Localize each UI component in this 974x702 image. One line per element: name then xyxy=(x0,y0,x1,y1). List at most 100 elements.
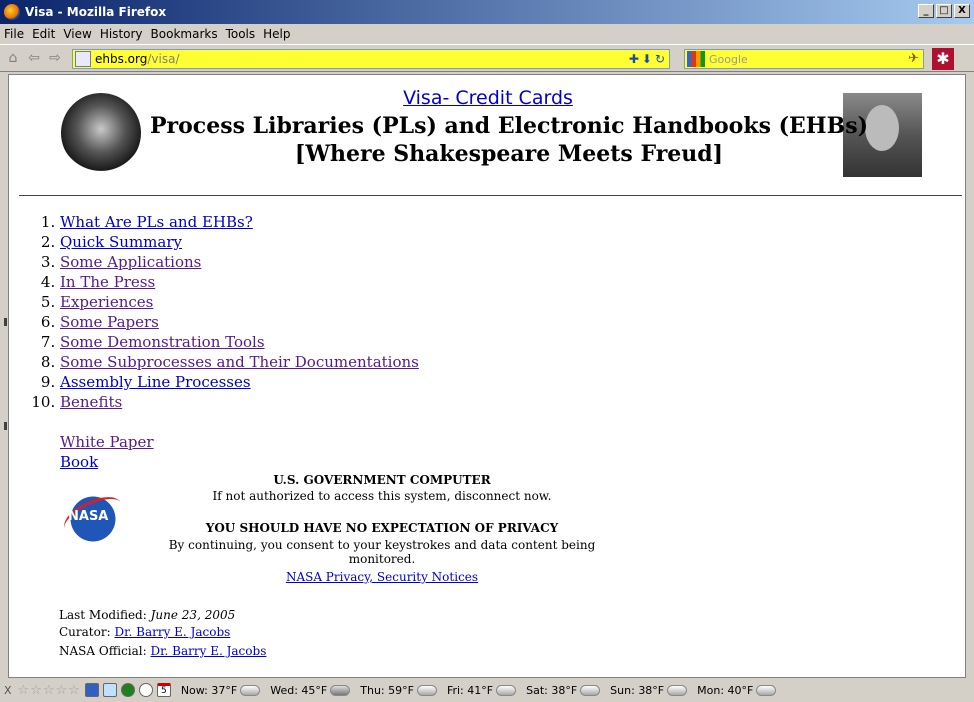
list-item: In The Press xyxy=(60,272,419,292)
weather-wed[interactable]: Wed: 45°F xyxy=(270,684,351,697)
menu-history[interactable]: History xyxy=(100,27,143,41)
menu-file[interactable]: File xyxy=(4,27,24,41)
search-box[interactable]: Google ✈ xyxy=(684,49,924,69)
curator: Curator: Dr. Barry E. Jacobs xyxy=(59,625,230,639)
weather-thu[interactable]: Thu: 59°F xyxy=(360,680,437,697)
star-icon[interactable]: ☆ xyxy=(68,683,80,698)
firefox-icon xyxy=(4,4,20,20)
star-icon[interactable]: ☆ xyxy=(43,683,55,698)
list-item: Benefits xyxy=(60,392,419,412)
url-path: /visa/ xyxy=(147,52,180,66)
official-link[interactable]: Dr. Barry E. Jacobs xyxy=(151,644,267,658)
weather-fri[interactable]: Fri: 41°F xyxy=(447,680,517,697)
url-bar[interactable]: ehbs.org/visa/ ✚ ⬇ ↻ xyxy=(72,49,670,69)
reload-icon[interactable]: ↻ xyxy=(655,52,665,66)
weather-sun[interactable]: Sun: 38°F xyxy=(610,680,688,697)
addon-asterisk-icon[interactable]: ✱ xyxy=(932,48,954,70)
list-item: Experiences xyxy=(60,292,419,312)
list-item: Quick Summary xyxy=(60,232,419,252)
minimize-button[interactable]: _ xyxy=(918,4,934,18)
maximize-button[interactable]: □ xyxy=(936,4,952,18)
window-titlebar: Visa - Mozilla Firefox _ □ X xyxy=(0,0,974,24)
toc-link[interactable]: Some Applications xyxy=(60,253,201,271)
last-modified-label: Last Modified: xyxy=(59,608,147,622)
privacy-notices-link[interactable]: NASA Privacy, Security Notices xyxy=(286,570,478,584)
last-modified: Last Modified: June 23, 2005 xyxy=(59,608,235,622)
bookmark-add-icon[interactable]: ✚ xyxy=(629,52,639,66)
menu-tools[interactable]: Tools xyxy=(226,27,256,41)
site-favicon-icon xyxy=(75,51,91,67)
white-paper-link[interactable]: White Paper xyxy=(60,433,154,451)
list-item: Some Demonstration Tools xyxy=(60,332,419,352)
clock-icon[interactable] xyxy=(138,683,153,697)
toc-list: What Are PLs and EHBs? Quick Summary Som… xyxy=(60,212,419,412)
page-header: Visa- Credit Cards Process Libraries (PL… xyxy=(9,75,965,187)
official-label: NASA Official: xyxy=(59,644,147,658)
sp-icon[interactable] xyxy=(102,683,117,697)
toc-link[interactable]: Experiences xyxy=(60,293,153,311)
toc-link[interactable]: Some Demonstration Tools xyxy=(60,333,265,351)
status-bar: X ☆ ☆ ☆ ☆ ☆ 5 Now: 37°F Wed: 45°F Thu: 5… xyxy=(0,678,974,702)
partly-sunny-icon xyxy=(411,680,437,696)
search-placeholder: Google xyxy=(709,52,748,66)
toc-link[interactable]: What Are PLs and EHBs? xyxy=(60,213,253,231)
google-icon[interactable] xyxy=(687,51,705,67)
go-down-icon[interactable]: ⬇ xyxy=(642,52,652,66)
calendar-icon[interactable]: 5 xyxy=(156,683,171,697)
nasa-logo[interactable]: NASA xyxy=(58,489,128,545)
partly-sunny-icon xyxy=(751,680,777,696)
menu-view[interactable]: View xyxy=(63,27,91,41)
toc-link[interactable]: In The Press xyxy=(60,273,155,291)
weather-sat[interactable]: Sat: 38°F xyxy=(526,680,601,697)
menu-bookmarks[interactable]: Bookmarks xyxy=(151,27,218,41)
sidebar-grip-icon[interactable] xyxy=(4,422,7,430)
cloud-icon xyxy=(240,684,261,696)
star-icon[interactable]: ☆ xyxy=(18,683,30,698)
window-title: Visa - Mozilla Firefox xyxy=(25,5,167,19)
extension-icon[interactable] xyxy=(84,683,99,697)
toc-link[interactable]: Assembly Line Processes xyxy=(60,373,251,391)
toc-link[interactable]: Some Papers xyxy=(60,313,159,331)
toc-link[interactable]: Some Subprocesses and Their Documentatio… xyxy=(60,353,419,371)
page-subtitle: Process Libraries (PLs) and Electronic H… xyxy=(150,113,868,139)
toc-link[interactable]: Benefits xyxy=(60,393,122,411)
menu-edit[interactable]: Edit xyxy=(32,27,55,41)
gov-warning-title: U.S. GOVERNMENT COMPUTER xyxy=(273,473,491,487)
extra-links: White Paper Book xyxy=(60,432,154,472)
toc-link[interactable]: Quick Summary xyxy=(60,233,182,251)
privacy-text: By continuing, you consent to your keyst… xyxy=(168,538,596,566)
forward-icon[interactable]: ⇨ xyxy=(46,49,64,67)
partly-sunny-icon xyxy=(491,680,517,696)
star-icon[interactable]: ☆ xyxy=(30,683,42,698)
back-icon[interactable]: ⇦ xyxy=(25,49,43,67)
close-button[interactable]: X xyxy=(954,4,970,18)
close-status-icon[interactable]: X xyxy=(4,684,12,697)
search-go-icon[interactable]: ✈ xyxy=(908,51,919,66)
last-modified-date: June 23, 2005 xyxy=(150,608,236,622)
star-icon[interactable]: ☆ xyxy=(56,683,68,698)
list-item: Assembly Line Processes xyxy=(60,372,419,392)
weather-now[interactable]: Now: 37°F xyxy=(181,684,261,697)
page-tagline: [Where Shakespeare Meets Freud] xyxy=(294,141,724,167)
list-item: Some Papers xyxy=(60,312,419,332)
url-host: ehbs.org xyxy=(95,52,148,66)
partly-sunny-icon xyxy=(575,680,601,696)
curator-label: Curator: xyxy=(59,625,111,639)
list-item: What Are PLs and EHBs? xyxy=(60,212,419,232)
page-content: Visa- Credit Cards Process Libraries (PL… xyxy=(8,74,966,678)
nasa-official: NASA Official: Dr. Barry E. Jacobs xyxy=(59,644,266,658)
globe-icon[interactable] xyxy=(120,683,135,697)
title-link[interactable]: Visa- Credit Cards xyxy=(403,87,573,109)
privacy-title: YOU SHOULD HAVE NO EXPECTATION OF PRIVAC… xyxy=(205,521,559,535)
home-icon[interactable]: ⌂ xyxy=(4,49,22,67)
navigation-toolbar: ⌂ ⇦ ⇨ ehbs.org/visa/ ✚ ⬇ ↻ Google ✈ ✱ xyxy=(0,44,974,72)
menu-bar: File Edit View History Bookmarks Tools H… xyxy=(0,24,974,44)
book-link[interactable]: Book xyxy=(60,453,98,471)
sidebar-grip-icon[interactable] xyxy=(4,318,7,326)
partly-sunny-icon xyxy=(662,680,688,696)
weather-mon[interactable]: Mon: 40°F xyxy=(697,680,777,697)
gov-warning-text: If not authorized to access this system,… xyxy=(212,489,552,503)
list-item: Some Subprocesses and Their Documentatio… xyxy=(60,352,419,372)
menu-help[interactable]: Help xyxy=(263,27,290,41)
curator-link[interactable]: Dr. Barry E. Jacobs xyxy=(114,625,230,639)
